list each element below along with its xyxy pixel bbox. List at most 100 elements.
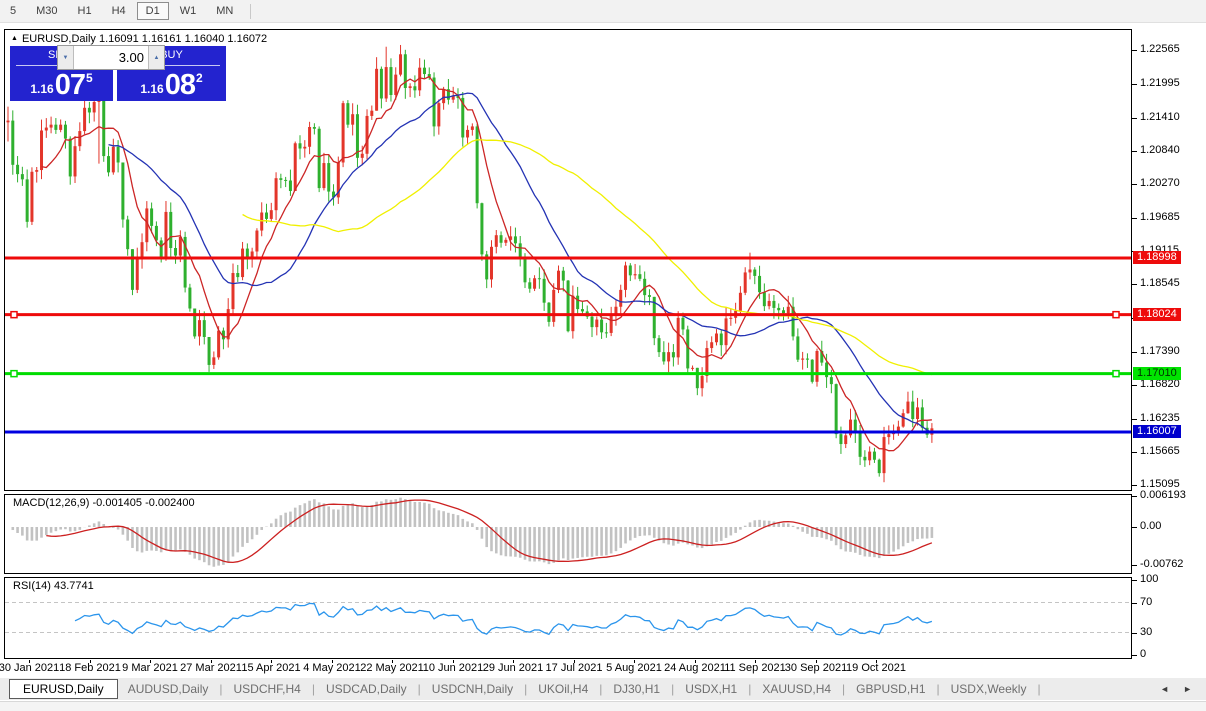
tab-audusd-daily[interactable]: AUDUSD,Daily: [118, 680, 219, 698]
tab-xauusd-h4[interactable]: XAUUSD,H4: [752, 680, 841, 698]
timeframe-button-w1[interactable]: W1: [171, 2, 206, 20]
time-axis-label: 11 Sep 2021: [724, 662, 786, 674]
sell-price-big: 07: [55, 70, 85, 100]
volume-increase-button[interactable]: ▲: [148, 46, 164, 69]
time-axis-label: 17 Jul 2021: [546, 662, 603, 674]
volume-input[interactable]: [74, 46, 148, 69]
chart-title-text: EURUSD,Daily 1.16091 1.16161 1.16040 1.1…: [22, 33, 267, 45]
timeframe-button-h1[interactable]: H1: [69, 2, 101, 20]
rsi-label: RSI(14) 43.7741: [13, 580, 94, 592]
axis-tick: [1132, 452, 1137, 453]
price-axis-label: 1.21410: [1140, 111, 1180, 123]
time-axis-label: 4 May 2021: [303, 662, 360, 674]
axis-tick: [1132, 485, 1137, 486]
sell-price-display: 1.16 07 5: [10, 66, 113, 100]
collapse-arrow-icon[interactable]: ▲: [11, 35, 18, 42]
axis-tick: [1132, 580, 1137, 581]
rsi-axis-label: 30: [1140, 626, 1152, 638]
rsi-chart[interactable]: [5, 578, 1131, 658]
time-axis-label: 27 Mar 2021: [180, 662, 242, 674]
macd-axis-label: 0.006193: [1140, 489, 1186, 501]
hline-price-label: 1.18998: [1133, 251, 1181, 264]
time-axis-label: 19 Oct 2021: [846, 662, 906, 674]
axis-tick: [1132, 527, 1137, 528]
tab-usdx-weekly[interactable]: USDX,Weekly: [941, 680, 1037, 698]
rsi-name: RSI(14): [13, 580, 51, 592]
price-axis-label: 1.17390: [1140, 345, 1180, 357]
price-axis-label: 1.18545: [1140, 277, 1180, 289]
timeframe-button-5[interactable]: 5: [1, 2, 25, 20]
buy-price-sup: 2: [196, 71, 203, 85]
macd-label: MACD(12,26,9) -0.001405 -0.002400: [13, 497, 195, 509]
price-axis-label: 1.15665: [1140, 445, 1180, 457]
price-axis-label: 1.20840: [1140, 144, 1180, 156]
axis-tick: [1132, 151, 1137, 152]
chevron-up-icon: ▲: [154, 55, 160, 61]
sell-price-sup: 5: [86, 71, 93, 85]
timeframe-button-h4[interactable]: H4: [103, 2, 135, 20]
tab-eurusd-daily[interactable]: EURUSD,Daily: [9, 679, 118, 699]
axis-tick: [1132, 352, 1137, 353]
tab-scroll-right-icon[interactable]: ►: [1183, 684, 1192, 694]
timeframe-button-d1[interactable]: D1: [137, 2, 169, 20]
buy-price-display: 1.16 08 2: [117, 66, 226, 100]
price-axis-label: 1.16235: [1140, 412, 1180, 424]
axis-tick: [1132, 633, 1137, 634]
volume-decrease-button[interactable]: ▼: [58, 46, 74, 69]
tab-scroll-left-icon[interactable]: ◄: [1160, 684, 1169, 694]
toolbar-separator: [250, 4, 251, 19]
rsi-value: 43.7741: [54, 580, 94, 592]
macd-name: MACD(12,26,9): [13, 497, 89, 509]
macd-panel[interactable]: MACD(12,26,9) -0.001405 -0.002400: [4, 494, 1132, 574]
time-axis-label: 22 May 2021: [360, 662, 424, 674]
timeframe-button-mn[interactable]: MN: [207, 2, 242, 20]
price-axis: 1.225651.219951.214101.208401.202701.196…: [1132, 29, 1206, 660]
tab-usdcad-daily[interactable]: USDCAD,Daily: [316, 680, 417, 698]
tab-ukoil-h4[interactable]: UKOil,H4: [528, 680, 598, 698]
time-axis-label: 30 Sep 2021: [785, 662, 847, 674]
time-axis-label: 30 Jan 2021: [0, 662, 59, 674]
price-axis-label: 1.22565: [1140, 43, 1180, 55]
tab-usdcnh-daily[interactable]: USDCNH,Daily: [422, 680, 523, 698]
macd-values: -0.001405 -0.002400: [92, 497, 194, 509]
axis-tick: [1132, 118, 1137, 119]
rsi-axis-label: 0: [1140, 648, 1146, 660]
rsi-panel[interactable]: RSI(14) 43.7741: [4, 577, 1132, 659]
one-click-trading-panel: SELL 1.16 07 5 BUY 1.16 08 2 ▼ ▲: [10, 46, 226, 102]
rsi-axis-label: 100: [1140, 573, 1158, 585]
price-axis-label: 1.20270: [1140, 177, 1180, 189]
sell-price-prefix: 1.16: [30, 82, 53, 96]
tab-separator: |: [1036, 682, 1041, 696]
axis-tick: [1132, 496, 1137, 497]
chevron-down-icon: ▼: [63, 55, 69, 61]
axis-tick: [1132, 184, 1137, 185]
hline-price-label: 1.16007: [1133, 425, 1181, 438]
tab-usdx-h1[interactable]: USDX,H1: [675, 680, 747, 698]
axis-tick: [1132, 655, 1137, 656]
chart-tabs-bar: EURUSD,DailyAUDUSD,Daily|USDCHF,H4|USDCA…: [0, 678, 1206, 700]
axis-tick: [1132, 565, 1137, 566]
buy-price-prefix: 1.16: [140, 82, 163, 96]
tab-usdchf-h4[interactable]: USDCHF,H4: [224, 680, 311, 698]
volume-spinner: ▼ ▲: [57, 45, 165, 70]
rsi-axis-label: 70: [1140, 596, 1152, 608]
tab-gbpusd-h1[interactable]: GBPUSD,H1: [846, 680, 935, 698]
time-axis-label: 10 Jun 2021: [423, 662, 484, 674]
axis-tick: [1132, 284, 1137, 285]
macd-axis-label: 0.00: [1140, 520, 1161, 532]
buy-price-big: 08: [165, 70, 195, 100]
timeframe-toolbar: 5M30H1H4D1W1MN: [0, 0, 1206, 23]
time-axis-label: 15 Apr 2021: [241, 662, 300, 674]
tab-dj30-h1[interactable]: DJ30,H1: [603, 680, 670, 698]
axis-tick: [1132, 218, 1137, 219]
hline-price-label: 1.17010: [1133, 367, 1181, 380]
price-axis-label: 1.21995: [1140, 77, 1180, 89]
time-axis-label: 18 Feb 2021: [59, 662, 121, 674]
axis-tick: [1132, 84, 1137, 85]
time-axis-label: 9 Mar 2021: [122, 662, 178, 674]
time-axis-label: 29 Jun 2021: [483, 662, 544, 674]
axis-tick: [1132, 419, 1137, 420]
tab-scroll-arrows: ◄►: [1160, 684, 1192, 694]
macd-axis-label: -0.00762: [1140, 558, 1183, 570]
timeframe-button-m30[interactable]: M30: [27, 2, 66, 20]
